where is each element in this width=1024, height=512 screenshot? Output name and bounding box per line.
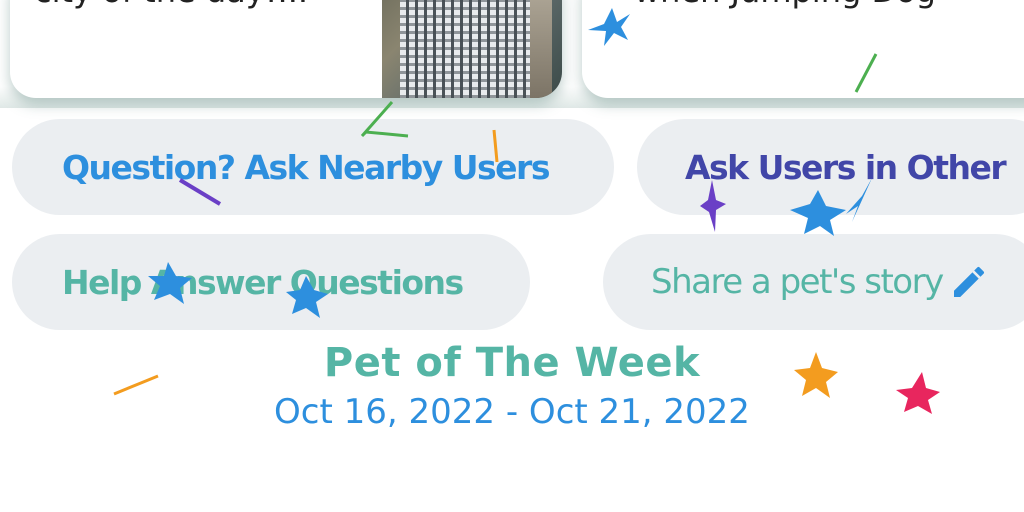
ask-users-in-other-label: Ask Users in Other bbox=[685, 147, 1007, 187]
ask-users-in-other-button[interactable]: Ask Users in Other bbox=[637, 119, 1024, 215]
story-card-right-text: when Jumping Dog bbox=[634, 0, 936, 10]
story-card-left-text: city of the day!... bbox=[34, 0, 308, 10]
help-answer-questions-button[interactable]: Help Answer Questions bbox=[12, 234, 530, 330]
story-cards-strip: city of the day!... when Jumping Dog bbox=[0, 0, 1024, 108]
story-card-image bbox=[382, 0, 562, 98]
ask-nearby-users-label: Question? Ask Nearby Users bbox=[62, 147, 550, 187]
pet-of-the-week-date: Oct 16, 2022 - Oct 21, 2022 bbox=[274, 392, 750, 432]
share-pet-story-button[interactable]: Share a pet's story bbox=[603, 234, 1024, 330]
building-side bbox=[530, 0, 552, 98]
story-card-right[interactable]: when Jumping Dog bbox=[582, 0, 1024, 98]
ask-nearby-users-button[interactable]: Question? Ask Nearby Users bbox=[12, 119, 614, 215]
pencil-icon bbox=[949, 262, 989, 302]
share-pet-story-label: Share a pet's story bbox=[651, 262, 944, 302]
help-answer-questions-label: Help Answer Questions bbox=[62, 262, 464, 302]
building-photo bbox=[400, 0, 530, 98]
story-card-left[interactable]: city of the day!... bbox=[10, 0, 562, 98]
pet-of-the-week-title: Pet of The Week bbox=[323, 340, 701, 386]
